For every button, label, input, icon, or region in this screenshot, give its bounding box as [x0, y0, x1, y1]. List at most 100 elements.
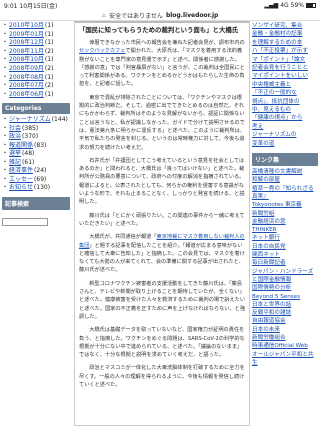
recent-link-item[interactable]: 変革の道	[252, 140, 318, 148]
archive-list: ・ 2010年10月 (1) ・ 2009年01月 (1) ・ 2008年12月 (1) ・…	[2, 22, 70, 99]
archive-item[interactable]: ・ 2008年10月 (1)	[2, 56, 70, 65]
category-item[interactable]: ・政治 (370)	[2, 133, 70, 142]
archive-link[interactable]: 2008年06月	[9, 91, 44, 100]
category-link[interactable]: ジャーナリズム	[9, 116, 51, 125]
archive-link[interactable]: 2008年09月	[9, 65, 44, 74]
archive-item[interactable]: ・ 2010年10月 (1)	[2, 22, 70, 31]
article-paragraph: 藤川氏は「とにかく頑張りたい。この関連の事件から一緒に考えていただきたい」と述べ…	[79, 212, 245, 227]
category-count: (144)	[51, 116, 68, 124]
recent-link-item[interactable]: を理解するための本	[252, 39, 318, 47]
archive-item[interactable]: ・ 2008年07月 (2)	[2, 82, 70, 91]
recent-link-item[interactable]: 金融・金融村の記事	[252, 30, 318, 38]
archive-link[interactable]: 2008年08月	[9, 74, 44, 83]
page-content: ・ 2010年10月 (1) ・ 2009年01月 (1) ・ 2008年12月 (1) ・…	[0, 21, 320, 426]
category-link[interactable]: 選挙	[9, 150, 21, 159]
archive-item[interactable]: ・ 2008年08月 (1)	[2, 74, 70, 83]
recent-link-item[interactable]: 中央権威主義と	[252, 81, 318, 89]
recent-link-item[interactable]: マイポイントをいしい	[252, 72, 318, 80]
recent-links: ゾンザイ研究、集合 金融・金融村の記事 を理解するための本 ハ「不正投票」が示す…	[252, 22, 318, 148]
link-item[interactable]: Tokyonotes 東京義	[252, 201, 318, 209]
article-link[interactable]: セックバックカフェ	[79, 48, 125, 54]
archive-item[interactable]: ・ 2008年06月 (1)	[2, 91, 70, 100]
security-label: 安全ではありません	[109, 13, 163, 20]
archive-item[interactable]: ・ 2008年09月 (2)	[2, 65, 70, 74]
archive-link[interactable]: 2008年10月	[9, 56, 44, 65]
signal-icon: ▂▄▆	[264, 2, 279, 9]
address-bar[interactable]: ⚠ 安全ではありません blog.livedoor.jp	[0, 11, 320, 21]
archive-link[interactable]: 2008年12月	[9, 39, 44, 48]
category-link[interactable]: お知らせ	[9, 184, 33, 193]
link-item[interactable]: オールジャパン平和と共生	[252, 351, 318, 368]
status-indicators: ▂▄▆ 4G 59%	[264, 2, 316, 9]
search-heading: 記事検索	[2, 196, 70, 210]
search-input[interactable]	[2, 218, 48, 227]
category-count: (24)	[34, 167, 47, 175]
status-bar: 9:01 10月15日(金) ▂▄▆ 4G 59%	[0, 0, 320, 11]
recent-link-item[interactable]: 考え	[252, 123, 318, 131]
link-item[interactable]: 日本の未来	[252, 326, 318, 334]
category-item[interactable]: ・経済事件 (24)	[2, 167, 70, 176]
category-count: (69)	[34, 175, 47, 183]
article-body: 倖暦できなかった市民への報告会を兼ねた記者会見が、調布市内のセックバックカフェで…	[79, 39, 245, 389]
category-item[interactable]: ・選挙 (48)	[2, 150, 70, 159]
link-item[interactable]: 高橋清隆の文書解説	[252, 168, 318, 176]
link-item[interactable]: 時事通信Official Web	[252, 342, 318, 350]
link-item[interactable]: THINKER	[252, 226, 318, 234]
link-item[interactable]: 植草一秀の『知られざる真実』	[252, 185, 318, 202]
category-count: (370)	[22, 133, 39, 141]
status-time: 9:01	[4, 3, 18, 10]
link-item[interactable]: 関西ネット	[252, 251, 318, 259]
recent-link-item[interactable]: ゾンザイ研究、集合	[252, 22, 318, 30]
right-sidebar: ゾンザイ研究、集合 金融・金融村の記事 を理解するための本 ハ「不正投票」が示す…	[250, 21, 320, 426]
recent-link-item[interactable]: ジャーナリズムの	[252, 131, 318, 139]
link-item[interactable]: 新聞労組	[252, 210, 318, 218]
category-item[interactable]: ・ジャーナリズム (144)	[2, 116, 70, 125]
article-paragraph: 大橋氏が、共同通信が報道「東京地裁にマスク着用しない裁判人の集団」と題する記事を…	[79, 234, 245, 274]
links-heading: リンク集	[252, 153, 318, 167]
link-item[interactable]: 和解の部屋	[252, 176, 318, 184]
link-item[interactable]: 反戦平和の雑誌	[252, 309, 318, 317]
archive-link[interactable]: 2008年07月	[9, 82, 44, 91]
recent-link-item[interactable]: マ「ポイント」「論文	[252, 56, 318, 64]
link-item[interactable]: 金融経済の窓	[252, 218, 318, 226]
link-item[interactable]: ネット銀行	[252, 234, 318, 242]
archive-item[interactable]: ・ 2008年12月 (1)	[2, 39, 70, 48]
category-link[interactable]: 政治	[9, 133, 21, 142]
recent-link-item[interactable]: 記者会見を行うことと	[252, 64, 318, 72]
article-paragraph: 倖暦できなかった市民への報告会を兼ねた記者会見が、調布市内のセックバックカフェで…	[79, 40, 245, 88]
link-item[interactable]: ジャパン・ハンドラーズと国際金融情報	[252, 268, 318, 285]
left-sidebar: ・ 2010年10月 (1) ・ 2009年01月 (1) ・ 2008年12月 (1) ・…	[0, 21, 72, 426]
archive-item[interactable]: ・ 2009年01月 (1)	[2, 31, 70, 40]
status-time-date: 9:01 10月15日(金)	[4, 1, 57, 10]
link-item[interactable]: 新聞労働組合	[252, 334, 318, 342]
recent-link-item[interactable]: 視点」、抵抗団体の	[252, 98, 318, 106]
category-item[interactable]: ・お知らせ (130)	[2, 184, 70, 193]
archive-count: (1)	[44, 90, 54, 98]
article-paragraph: 東京で混乱が排除されたことについては、「ワクチンやマスクは根拠的に政治判断だ。そ…	[79, 94, 246, 151]
category-link[interactable]: 経済事件	[9, 167, 33, 176]
categories-heading: Categories	[2, 103, 70, 115]
link-item[interactable]: 国際情勢の分析	[252, 284, 318, 292]
archive-link[interactable]: 2010年10月	[9, 22, 44, 31]
recent-link-item[interactable]: ハ「不正投票」が示す	[252, 47, 318, 55]
link-item[interactable]: 日本の自民党	[252, 243, 318, 251]
recent-link-item[interactable]: 中、見えるもの	[252, 106, 318, 114]
link-item[interactable]: Beyond 5 Senses	[252, 293, 318, 301]
link-item[interactable]: 自由報道協会	[252, 317, 318, 325]
link-item[interactable]: 日本と世界の話	[252, 301, 318, 309]
archive-count: (1)	[44, 22, 54, 29]
link-item[interactable]: 毎日新聞記者	[252, 259, 318, 267]
archive-link[interactable]: 2009年01月	[9, 31, 44, 40]
article-title: 「国民に知ってもらうための裁判という面も」と大橋氏	[79, 26, 239, 34]
category-count: (130)	[33, 184, 51, 192]
category-list: ・ジャーナリズム (144) ・社会 (385) ・政治 (370) ・報道関係 (83…	[2, 116, 70, 193]
status-date: 10月15日(金)	[19, 3, 58, 10]
archive-count: (1)	[44, 73, 54, 81]
recent-link-item[interactable]: 「健康の視点」から	[252, 114, 318, 122]
category-count: (83)	[34, 141, 47, 149]
link-list: 高橋清隆の文書解説 和解の部屋 植草一秀の『知られざる真実』 Tokyonote…	[252, 168, 318, 367]
article: 「国民に知ってもらうための裁判という面も」と大橋氏 倖暦できなかった市民への報告…	[74, 21, 250, 426]
warning-icon: ⚠	[101, 12, 107, 19]
url-domain[interactable]: blog.livedoor.jp	[166, 12, 218, 19]
recent-link-item[interactable]: 「不正の一般的な	[252, 89, 318, 97]
